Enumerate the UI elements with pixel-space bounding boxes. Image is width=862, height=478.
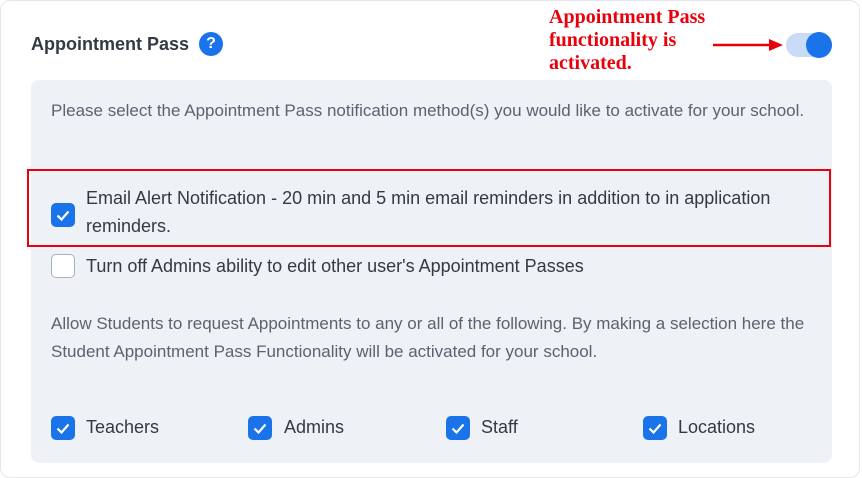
locations-checkbox[interactable] (643, 416, 667, 440)
notification-description: Please select the Appointment Pass notif… (51, 101, 805, 120)
teachers-label: Teachers (86, 417, 160, 437)
admins-edit-label: Turn off Admins ability to edit other us… (86, 256, 584, 276)
annotation-arrow-icon (713, 39, 783, 51)
question-circle-icon[interactable]: ? (199, 32, 224, 56)
student-requests-description: Allow Students to request Appointments t… (51, 314, 805, 361)
annotation-line-3: activated. (549, 52, 632, 74)
teachers-checkbox[interactable] (51, 416, 75, 440)
section-header: Appointment Pass ? (31, 32, 224, 56)
section-title: Appointment Pass (31, 33, 190, 54)
staff-checkbox[interactable] (446, 416, 470, 440)
staff-label: Staff (481, 417, 518, 437)
locations-label: Locations (678, 417, 756, 437)
admins-label: Admins (284, 417, 345, 437)
appointment-pass-card: Appointment Pass ? Appointment Pass func… (0, 0, 860, 478)
email-alert-highlight-box (27, 169, 831, 247)
toggle-knob (806, 32, 832, 58)
checkmark-icon (253, 423, 267, 434)
settings-panel: Please select the Appointment Pass notif… (31, 80, 832, 463)
checkmark-icon (56, 423, 70, 434)
appointment-pass-toggle[interactable] (786, 32, 832, 58)
admins-checkbox[interactable] (248, 416, 272, 440)
annotation-line-1: Appointment Pass (549, 6, 706, 28)
checkmark-icon (451, 423, 465, 434)
admins-edit-checkbox[interactable] (51, 254, 75, 278)
checkmark-icon (648, 423, 662, 434)
